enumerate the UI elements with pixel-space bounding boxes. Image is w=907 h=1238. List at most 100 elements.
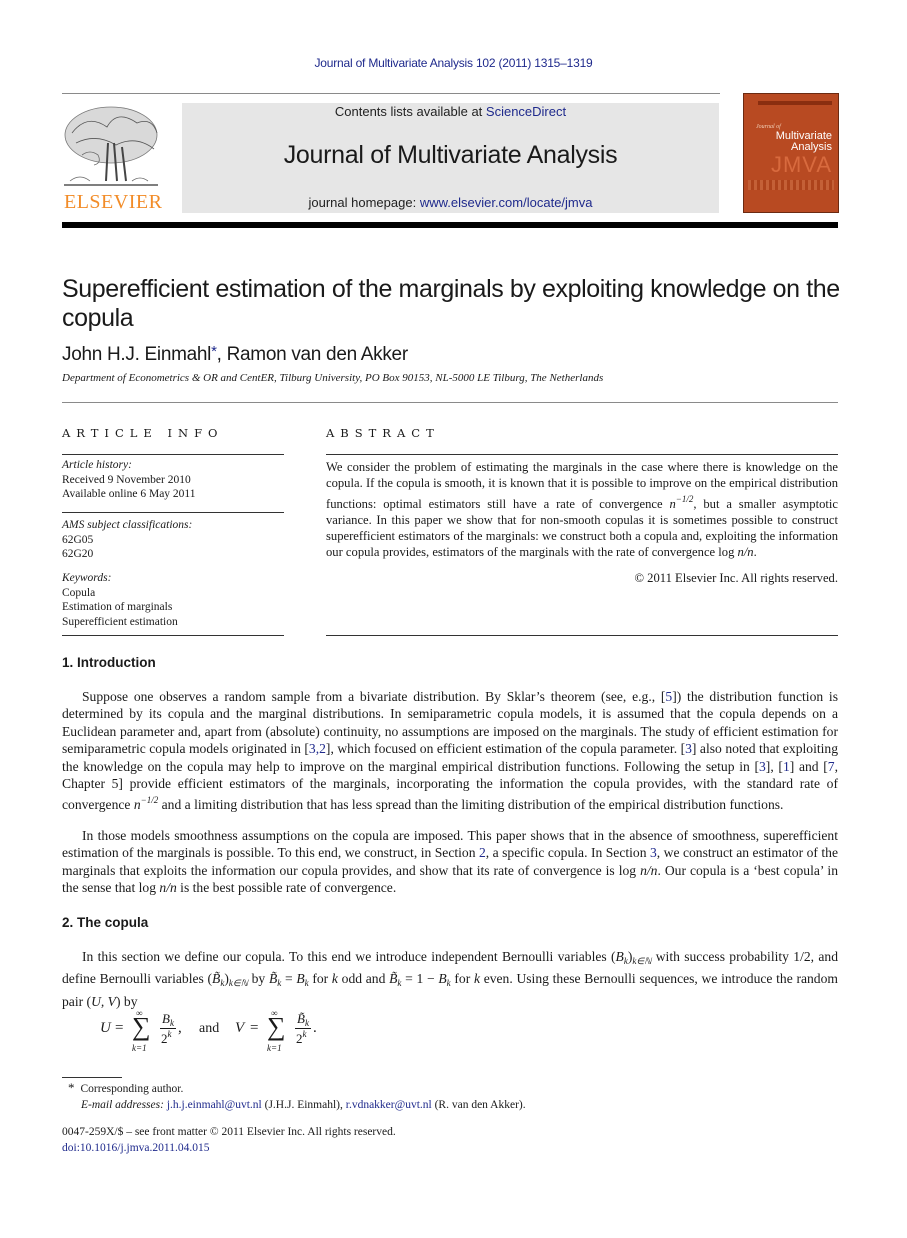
contents-line: Contents lists available at ScienceDirec… <box>182 104 719 119</box>
history-label: Article history: <box>62 459 132 471</box>
eq-lhs-v: V <box>235 1020 245 1036</box>
eq-equals: = <box>115 1020 124 1036</box>
journal-name: Journal of Multivariate Analysis <box>283 141 618 169</box>
journal-citation[interactable]: Journal of Multivariate Analysis 102 (20… <box>0 56 907 70</box>
text-run: for <box>308 971 332 987</box>
intro-paragraph-2: In those models smoothness assumptions o… <box>62 827 838 897</box>
eq-sum-lower: k=1 <box>267 1043 282 1053</box>
homepage-link[interactable]: www.elsevier.com/locate/jmva <box>420 195 593 210</box>
eq-den-exp: k <box>302 1029 307 1039</box>
author-name[interactable]: John H.J. Einmahl <box>62 344 211 365</box>
keyword: Superefficient estimation <box>62 615 178 628</box>
text-run: ], [ <box>765 758 783 774</box>
eq-fraction-2: B̃k <box>295 1011 311 1029</box>
email-link[interactable]: r.vdnakker@uvt.nl <box>346 1099 432 1111</box>
inline-math-subscript: k∈ℕ <box>228 978 248 989</box>
keywords-block: Keywords: Copula Estimation of marginals… <box>62 571 284 629</box>
eq-num: B <box>162 1011 170 1026</box>
inline-math: n/n <box>159 880 177 896</box>
corresponding-label: Corresponding author. <box>80 1083 184 1095</box>
eq-sum-lower: k=1 <box>132 1043 147 1053</box>
eq-denominator-1: 2k <box>161 1029 172 1047</box>
text-run: = 1 − <box>401 971 439 987</box>
text-run: odd and <box>337 971 390 987</box>
journal-cover[interactable]: Journal of Multivariate Analysis JMVA <box>743 93 839 213</box>
eq-num-sub: k <box>169 1018 174 1028</box>
email-note: E-mail addresses: j.h.j.einmahl@uvt.nl (… <box>68 1097 838 1113</box>
history-rule <box>62 512 284 513</box>
cover-pattern <box>748 180 834 190</box>
eq-equals: = <box>250 1020 259 1036</box>
eq-denominator-2: 2k <box>296 1029 307 1047</box>
text-run: by <box>247 971 269 987</box>
homepage-line: journal homepage: www.elsevier.com/locat… <box>182 195 719 210</box>
text-run: In this section we define our copula. To… <box>82 949 616 964</box>
text-run: is the best possible rate of convergence… <box>176 880 397 896</box>
issn-line: 0047-259X/$ – see front matter © 2011 El… <box>62 1126 396 1138</box>
abstract-math: n/n <box>737 545 754 559</box>
inline-math: n <box>133 797 141 813</box>
abstract-copyright: © 2011 Elsevier Inc. All rights reserved… <box>634 571 838 585</box>
section-link[interactable]: 2 <box>479 845 486 860</box>
reference-link[interactable]: 7 <box>828 759 835 774</box>
ams-code: 62G05 <box>62 533 94 546</box>
article-info-rule <box>62 454 284 455</box>
text-run: , a specific copula. In Section <box>485 845 650 861</box>
intro-paragraph-1: Suppose one observes a random sample fro… <box>62 688 838 814</box>
eq-num: B̃ <box>297 1011 305 1026</box>
abstract-bottom-rule <box>326 635 838 636</box>
email-owner: (R. van den Akker). <box>431 1099 526 1111</box>
author-list: John H.J. Einmahl*, Ramon van den Akker <box>62 343 408 366</box>
elsevier-wordmark: ELSEVIER <box>64 191 163 213</box>
ams-label: AMS subject classifications: <box>62 519 193 531</box>
cover-title: Multivariate Analysis <box>776 131 832 153</box>
email-link[interactable]: j.h.j.einmahl@uvt.nl <box>167 1099 262 1111</box>
abstract-body: We consider the problem of estimating th… <box>326 459 838 560</box>
eq-fraction-1: Bk <box>160 1011 176 1029</box>
inline-math: n/n <box>640 862 658 878</box>
homepage-prefix: journal homepage: <box>308 195 420 210</box>
reference-link[interactable]: 3,2 <box>309 741 326 756</box>
inline-math: B <box>438 971 447 987</box>
article-title: Superefficient estimation of the margina… <box>62 275 840 332</box>
author-name[interactable]: Ramon van den Akker <box>227 344 409 365</box>
abstract-text-part: . <box>753 545 757 559</box>
abstract-heading: ABSTRACT <box>326 426 440 440</box>
elsevier-logo[interactable]: ELSEVIER <box>62 103 162 215</box>
inline-math-exponent: −1/2 <box>140 795 159 806</box>
sciencedirect-link[interactable]: ScienceDirect <box>486 104 566 119</box>
email-label: E-mail addresses: <box>81 1099 164 1111</box>
article-info-heading: ARTICLE INFO <box>62 426 224 440</box>
header-rule <box>62 93 720 94</box>
doi-link[interactable]: doi:10.1016/j.jmva.2011.04.015 <box>62 1142 209 1154</box>
copula-paragraph: In this section we define our copula. To… <box>62 948 838 1010</box>
reference-link[interactable]: 3 <box>759 759 766 774</box>
received-date: Received 9 November 2010 <box>62 473 191 486</box>
display-equation: U = ∞ ∑ k=1 Bk 2k , and V = ∞ ∑ k=1 B̃k … <box>100 1008 340 1058</box>
footnotes: * Corresponding author. E-mail addresses:… <box>68 1080 838 1113</box>
affiliation: Department of Econometrics & OR and Cent… <box>62 372 604 384</box>
keywords-label: Keywords: <box>62 572 112 584</box>
elsevier-tree-icon <box>64 106 158 186</box>
inline-math: U, V <box>91 993 116 1009</box>
text-run: ) by <box>115 993 138 1009</box>
ams-classifications: AMS subject classifications: 62G05 62G20 <box>62 518 284 562</box>
text-run: = <box>281 971 297 987</box>
front-matter-rule <box>62 402 838 403</box>
inline-math: B̃ <box>268 971 278 987</box>
keyword: Estimation of marginals <box>62 601 173 613</box>
eq-comma: , <box>178 1020 182 1036</box>
front-matter-footer: 0047-259X/$ – see front matter © 2011 El… <box>62 1124 838 1156</box>
section-heading-introduction: 1. Introduction <box>62 655 156 670</box>
email-owner: (J.H.J. Einmahl), <box>261 1099 346 1111</box>
masthead-thick-rule <box>62 222 838 228</box>
abstract-rule <box>326 454 838 455</box>
text-run: for <box>450 971 474 987</box>
reference-link[interactable]: 3 <box>685 741 692 756</box>
eq-period: . <box>313 1020 317 1036</box>
ams-code: 62G20 <box>62 548 94 560</box>
text-run: ] and [ <box>789 758 828 774</box>
reference-link[interactable]: 1 <box>783 759 790 774</box>
section-link[interactable]: 3 <box>650 845 657 860</box>
section-heading-copula: 2. The copula <box>62 915 149 930</box>
